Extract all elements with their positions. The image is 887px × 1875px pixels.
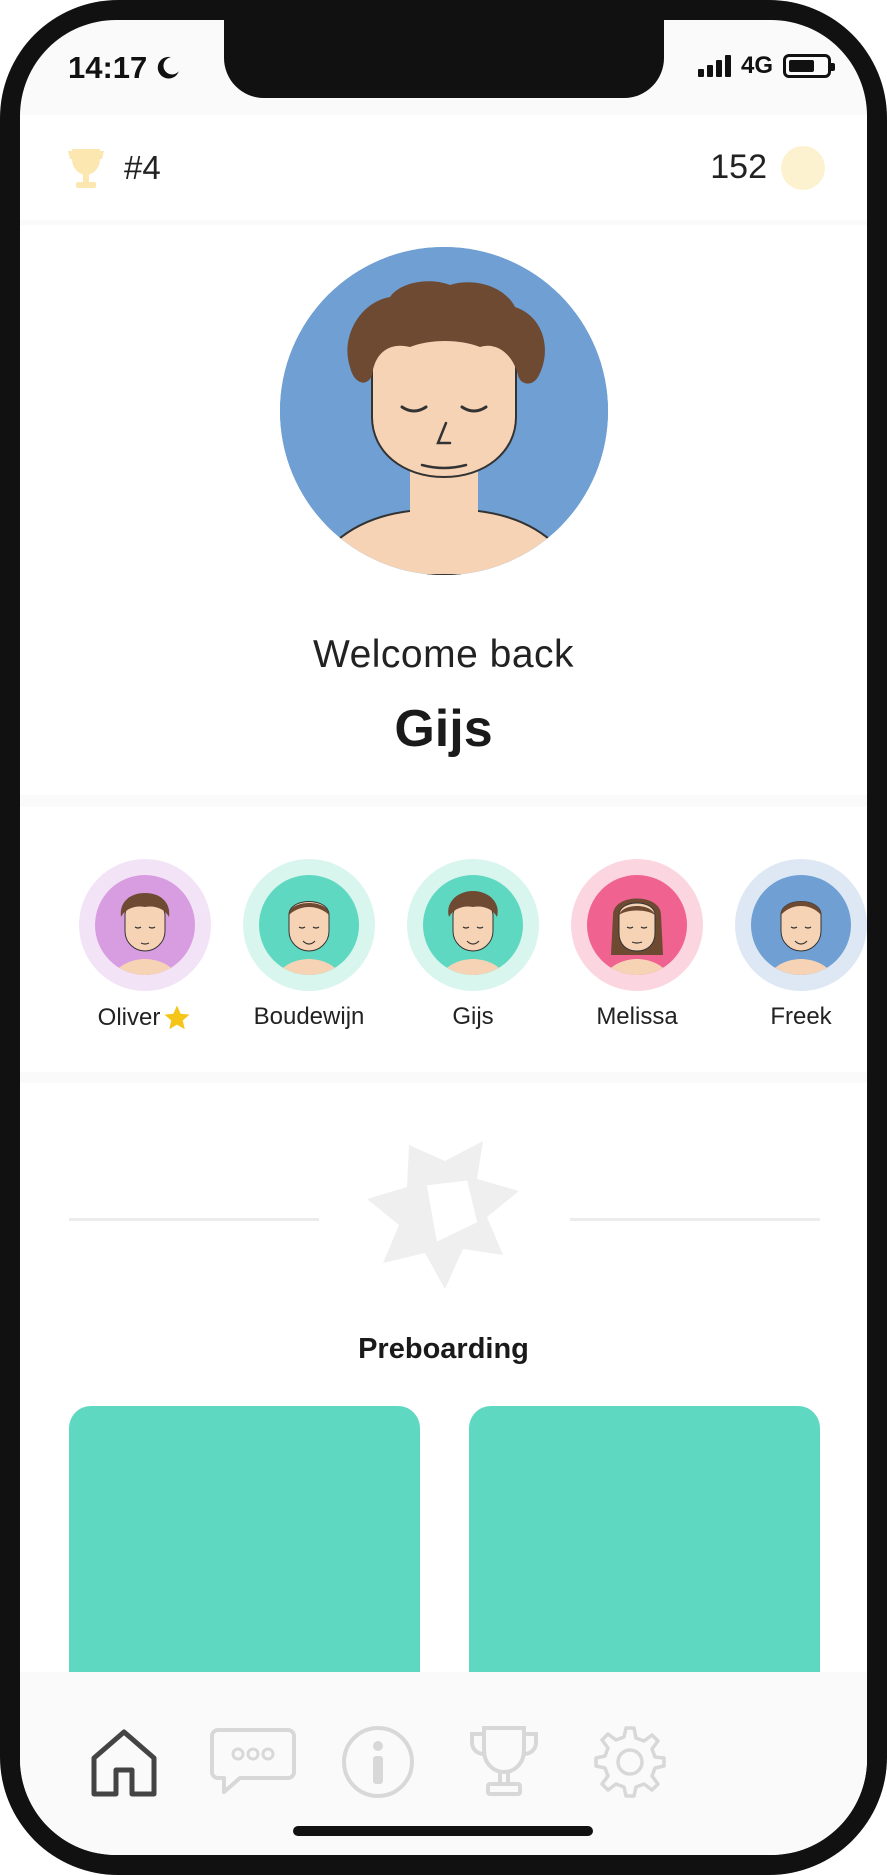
notch <box>224 20 664 98</box>
team-member-freek[interactable]: Freek <box>716 859 867 1031</box>
home-icon <box>91 1729 157 1797</box>
member-name-text: Boudewijn <box>253 1003 365 1030</box>
status-indicators: 4G <box>697 52 835 80</box>
member-avatar-ring <box>407 859 539 991</box>
rank-label: #4 <box>124 148 161 186</box>
member-name-text: Gijs <box>452 1003 494 1030</box>
tab-chat[interactable] <box>210 1724 296 1800</box>
trophy-icon <box>470 1726 538 1796</box>
member-avatar-ring <box>79 859 211 991</box>
tab-home[interactable] <box>86 1724 162 1800</box>
settings-icon <box>594 1726 666 1798</box>
header-bar: #4 152 <box>20 115 867 220</box>
team-member-melissa[interactable]: Melissa <box>552 859 722 1031</box>
network-label: 4G <box>740 52 773 79</box>
divider <box>69 1218 319 1221</box>
app-screen: 14:17 4G #4 152 Welcome back Gijs Oliver… <box>20 20 867 1855</box>
preboarding-tile[interactable] <box>69 1406 420 1706</box>
profile-card: Welcome back Gijs <box>20 225 867 795</box>
tab-settings[interactable] <box>592 1724 668 1800</box>
star-icon <box>164 1005 190 1030</box>
user-name: Gijs <box>394 700 493 758</box>
avatar[interactable] <box>280 247 608 575</box>
preboarding-tile[interactable] <box>469 1406 820 1706</box>
member-avatar-ring <box>571 859 703 991</box>
avatar <box>259 875 359 975</box>
member-avatar-ring <box>243 859 375 991</box>
badge-star-icon <box>367 1141 519 1289</box>
chat-icon <box>210 1728 296 1794</box>
member-avatar-ring <box>735 859 867 991</box>
clock-text: 14:17 <box>68 50 148 85</box>
team-members-strip[interactable]: Oliver Boudewijn Gijs Melissa Freek <box>20 807 867 1072</box>
signal-icon <box>697 55 731 77</box>
info-icon <box>342 1726 414 1798</box>
phone-frame: 14:17 4G #4 152 Welcome back Gijs Oliver… <box>0 0 887 1875</box>
coin-count: 152 <box>710 148 767 186</box>
rank-display[interactable]: #4 <box>66 145 161 191</box>
member-name-text: Freek <box>770 1003 832 1030</box>
team-member-boudewijn[interactable]: Boudewijn <box>224 859 394 1031</box>
tab-info[interactable] <box>340 1724 416 1800</box>
avatar <box>751 875 851 975</box>
trophy-icon <box>68 148 104 188</box>
avatar <box>423 875 523 975</box>
battery-icon <box>783 54 835 78</box>
team-member-gijs[interactable]: Gijs <box>388 859 558 1031</box>
member-name-text: Oliver <box>97 1004 161 1031</box>
status-time: 14:17 <box>68 50 181 86</box>
moon-icon <box>158 56 180 79</box>
section-title: Preboarding <box>358 1333 529 1365</box>
avatar <box>95 875 195 975</box>
preboarding-section: Preboarding <box>20 1083 867 1706</box>
member-name: Oliver <box>98 1003 193 1033</box>
avatar-illustration <box>280 247 608 575</box>
coin-balance[interactable]: 152 <box>710 145 825 190</box>
avatar <box>587 875 687 975</box>
divider <box>570 1218 820 1221</box>
team-member-oliver[interactable]: Oliver <box>60 859 230 1033</box>
tab-leaderboard[interactable] <box>466 1724 542 1800</box>
coin-icon <box>781 145 825 190</box>
member-name-text: Melissa <box>596 1003 678 1030</box>
welcome-text: Welcome back <box>312 633 575 676</box>
home-indicator[interactable] <box>293 1826 593 1836</box>
